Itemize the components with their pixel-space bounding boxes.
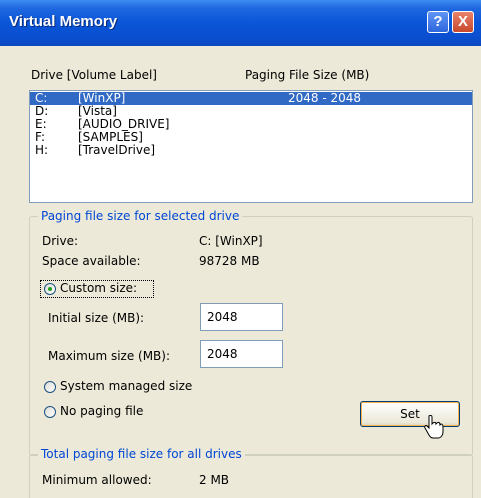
system-managed-label[interactable]: System managed size xyxy=(60,379,192,393)
set-button[interactable]: Set xyxy=(360,401,460,427)
initial-size-label: Initial size (MB): xyxy=(48,311,145,325)
dialog-body: Drive [Volume Label] Paging File Size (M… xyxy=(0,46,481,498)
title-bar: Virtual Memory ? X xyxy=(0,0,481,46)
drive-info-value: C: [WinXP] xyxy=(199,234,263,248)
initial-size-input[interactable]: 2048 xyxy=(200,303,283,331)
selected-drive-legend: Paging file size for selected drive xyxy=(38,209,243,223)
custom-size-label[interactable]: Custom size: xyxy=(60,281,137,295)
system-managed-radio[interactable] xyxy=(44,381,56,393)
space-available-label: Space available: xyxy=(42,254,141,268)
custom-size-radio[interactable] xyxy=(44,283,56,295)
minimum-allowed-label: Minimum allowed: xyxy=(42,473,152,487)
no-paging-label[interactable]: No paging file xyxy=(60,404,143,418)
drive-paging-size: 2048 - 2048 xyxy=(288,91,362,105)
drive-info-label: Drive: xyxy=(42,234,79,248)
hand-cursor-icon xyxy=(424,415,444,439)
total-size-legend: Total paging file size for all drives xyxy=(38,447,245,461)
total-size-groupbox: Total paging file size for all drives Mi… xyxy=(29,447,473,498)
drive-letter: H: xyxy=(35,143,49,157)
close-button[interactable]: X xyxy=(452,11,474,33)
maximum-size-input[interactable]: 2048 xyxy=(200,340,283,368)
drive-list[interactable]: C: [WinXP] 2048 - 2048 D: [Vista] E: [AU… xyxy=(29,90,473,203)
help-button[interactable]: ? xyxy=(427,11,449,33)
maximum-size-label: Maximum size (MB): xyxy=(48,349,171,363)
no-paging-radio[interactable] xyxy=(44,406,56,418)
minimum-allowed-value: 2 MB xyxy=(199,473,230,487)
drive-column-header: Drive [Volume Label] xyxy=(31,68,157,82)
space-available-value: 98728 MB xyxy=(199,254,260,268)
dialog-title: Virtual Memory xyxy=(9,13,118,30)
drive-row-h[interactable]: H: [TravelDrive] xyxy=(30,144,472,157)
size-column-header: Paging File Size (MB) xyxy=(245,68,370,82)
drive-label: [TravelDrive] xyxy=(78,143,156,157)
virtual-memory-dialog: Virtual Memory ? X Drive [Volume Label] … xyxy=(0,0,481,498)
